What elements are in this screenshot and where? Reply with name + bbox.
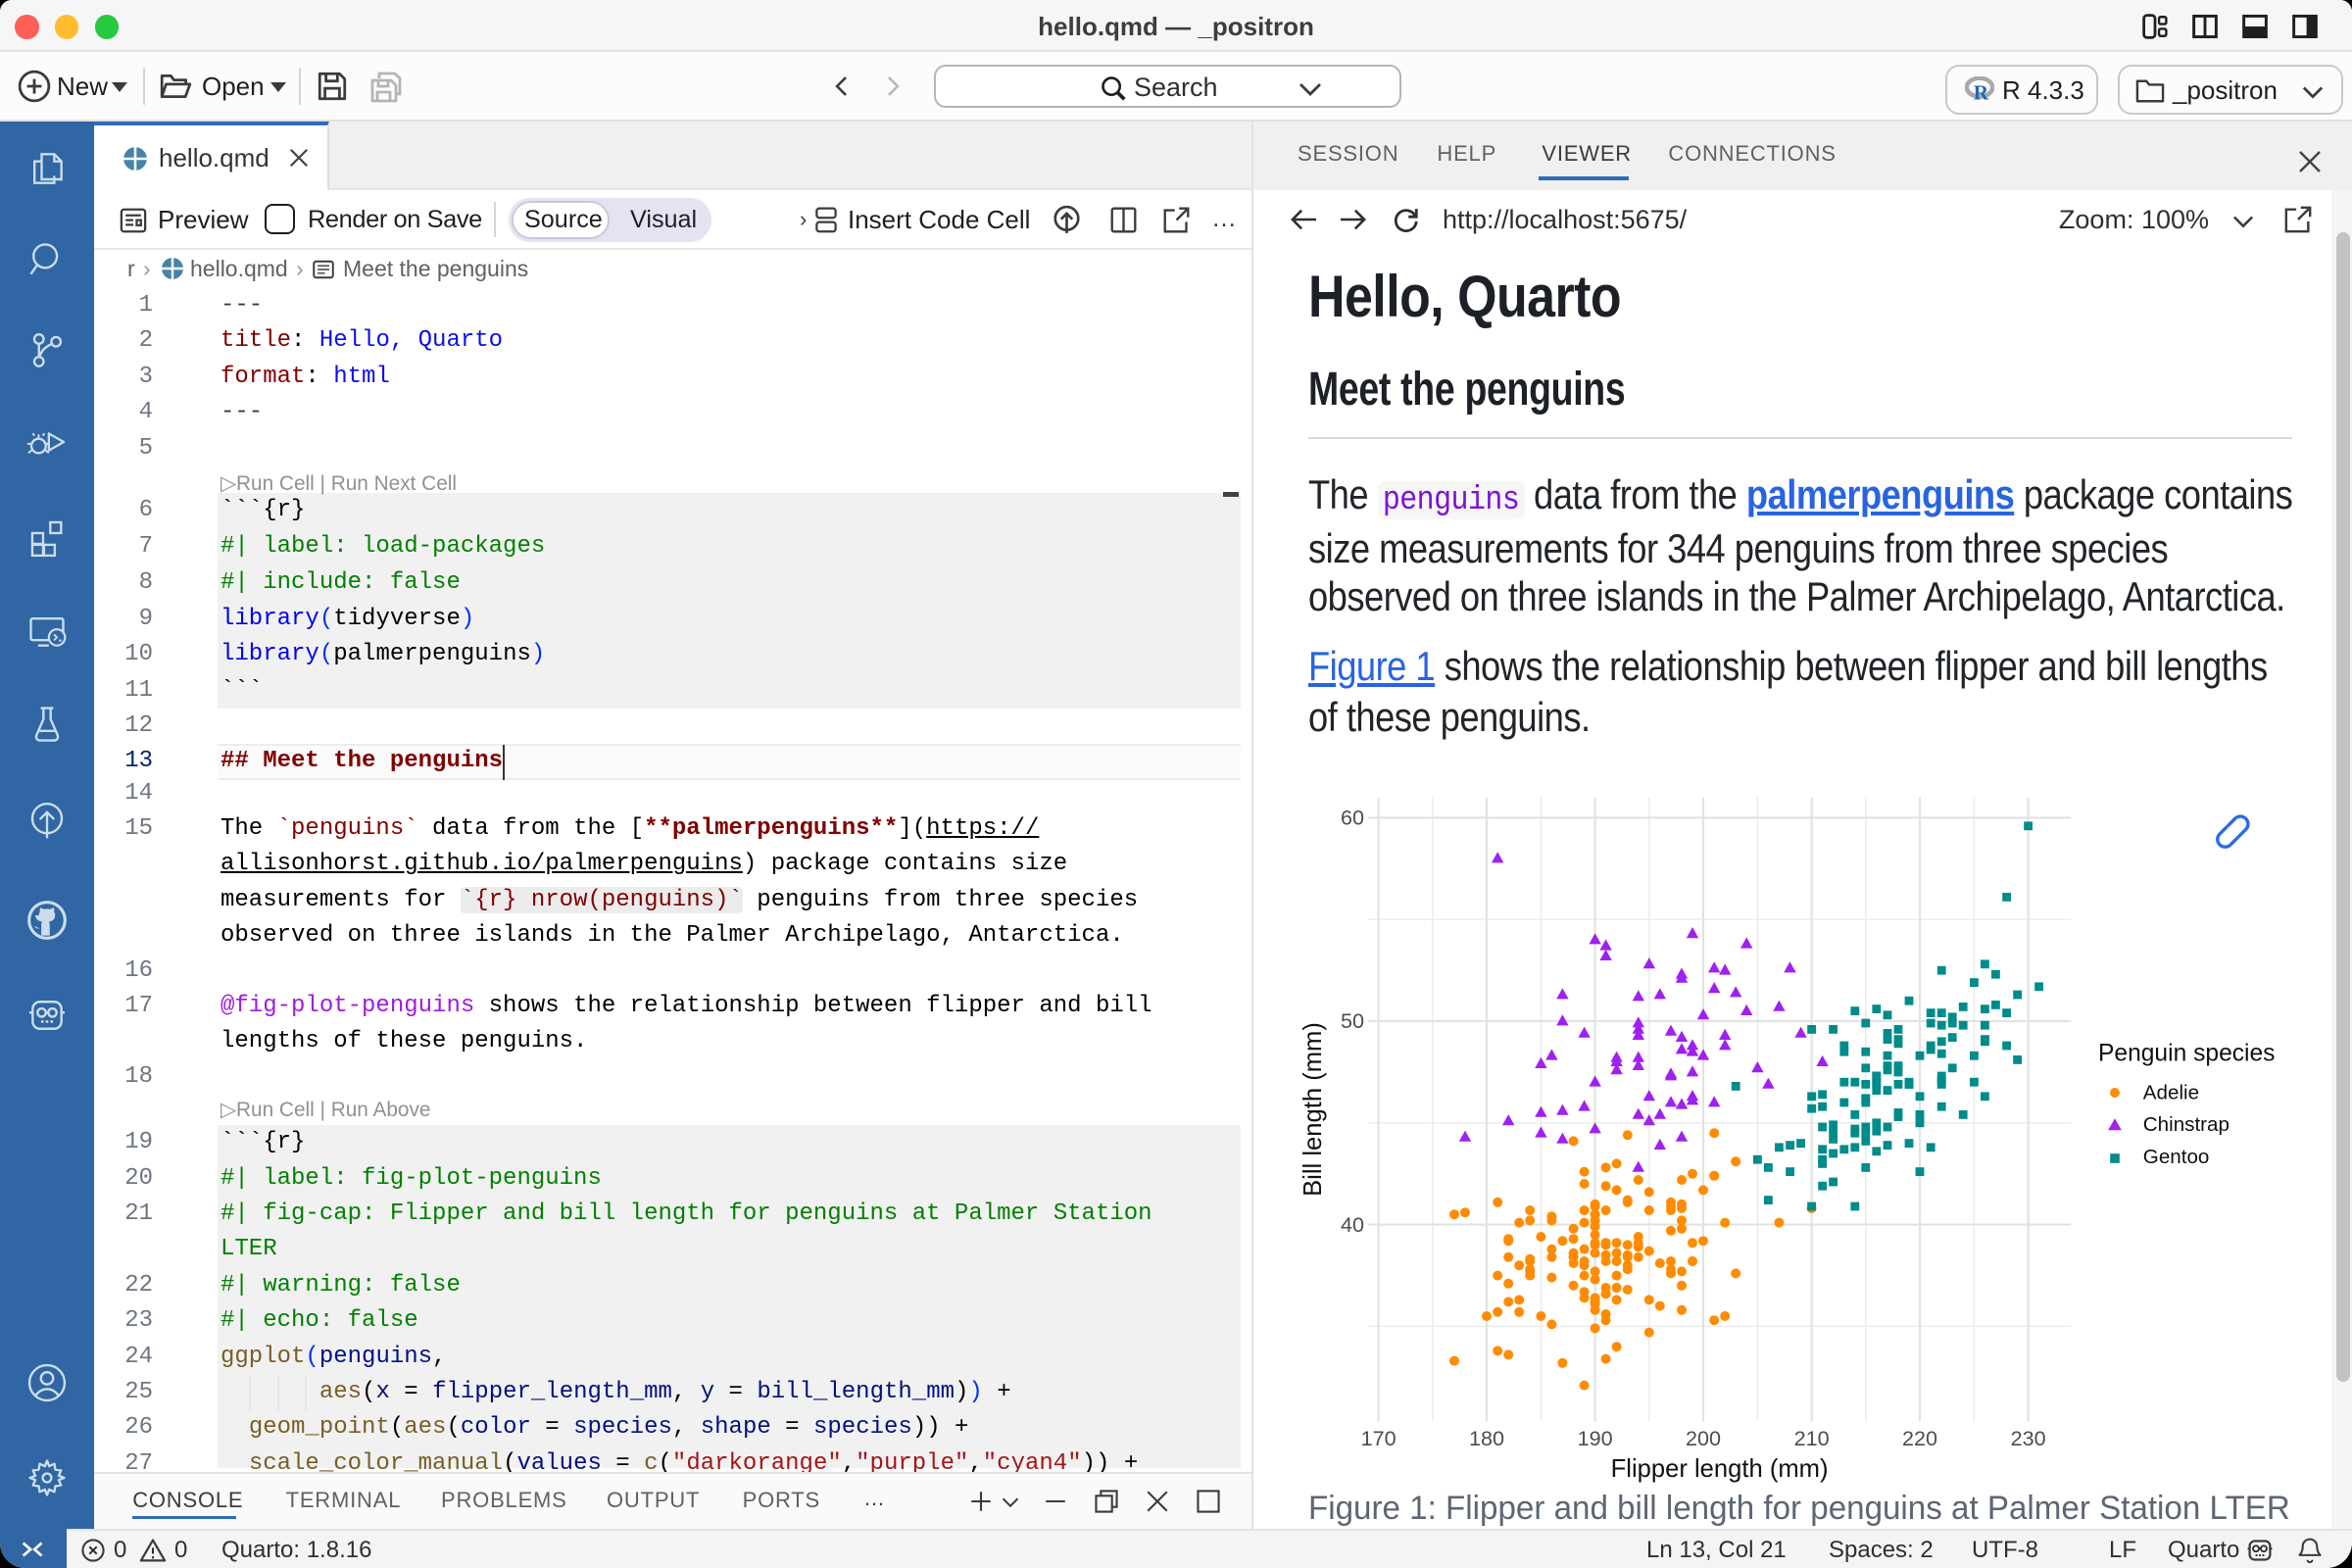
svg-text:60: 60 (1341, 806, 1364, 830)
svg-text:Adelie: Adelie (2143, 1082, 2199, 1104)
svg-text:230: 230 (2011, 1426, 2046, 1450)
svg-text:R: R (1974, 81, 1989, 102)
svg-text:220: 220 (1902, 1426, 1937, 1450)
svg-text:200: 200 (1686, 1426, 1721, 1450)
svg-text:Bill length (mm): Bill length (mm) (1299, 1022, 1327, 1197)
svg-text:170: 170 (1361, 1426, 1396, 1450)
svg-text:Flipper length (mm): Flipper length (mm) (1611, 1455, 1829, 1483)
svg-text:180: 180 (1469, 1426, 1504, 1450)
svg-text:Chinstrap: Chinstrap (2143, 1113, 2230, 1136)
svg-text:190: 190 (1578, 1426, 1613, 1450)
svg-text:40: 40 (1341, 1212, 1364, 1237)
svg-text:Penguin species: Penguin species (2098, 1041, 2275, 1067)
svg-text:50: 50 (1341, 1008, 1364, 1033)
svg-text:Gentoo: Gentoo (2143, 1146, 2210, 1168)
svg-text:210: 210 (1794, 1426, 1830, 1450)
